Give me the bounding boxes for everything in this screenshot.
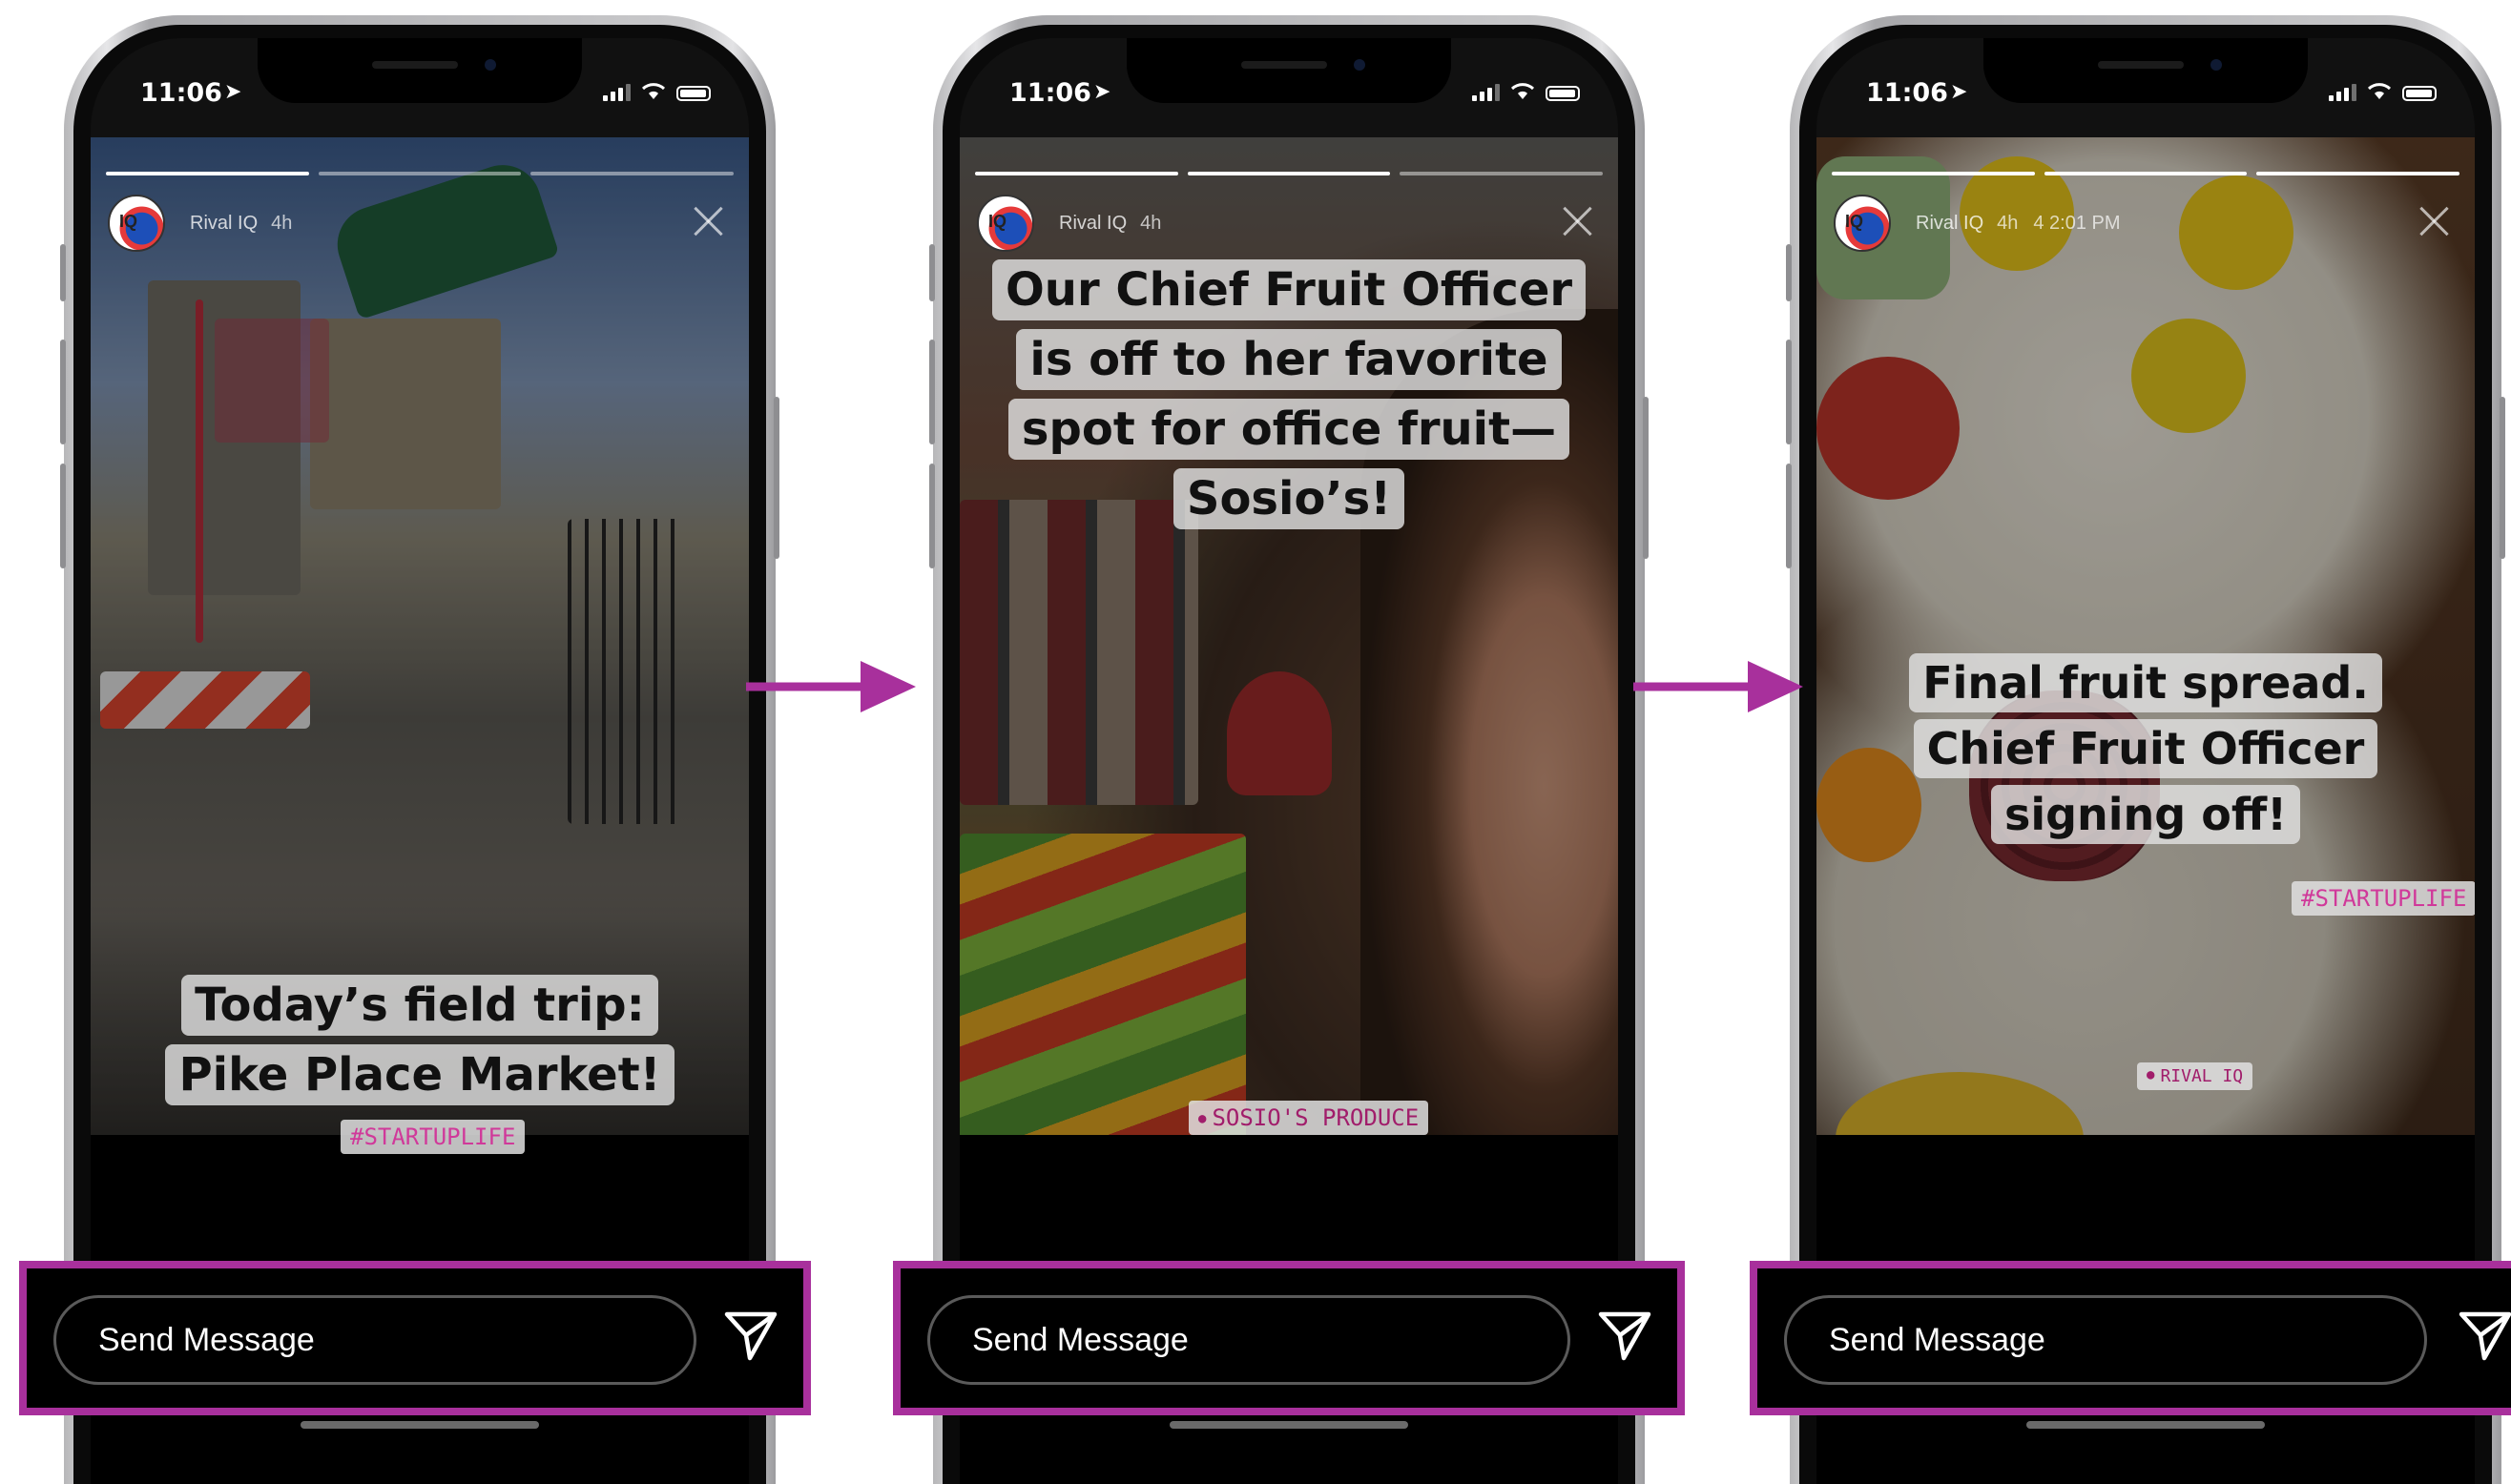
send-message-input[interactable]: Send Message (1784, 1295, 2427, 1385)
hashtag-sticker[interactable]: #STARTUPLIFE (2292, 881, 2475, 916)
location-arrow-icon: ➤ (224, 80, 242, 104)
battery-icon (676, 86, 711, 101)
story-caption: Today’s field trip: Pike Place Market! (91, 971, 749, 1110)
home-indicator (2026, 1421, 2265, 1429)
avatar[interactable] (1834, 195, 1891, 252)
story-timestamp: 4 2:01 PM (2033, 212, 2121, 234)
side-button (60, 244, 66, 301)
story-caption-text: Our Chief Fruit Officer is off to her fa… (992, 259, 1587, 529)
story-age: 4h (1140, 212, 1162, 234)
side-button (774, 397, 779, 559)
side-button (929, 340, 935, 444)
story-caption: Our Chief Fruit Officer is off to her fa… (960, 256, 1618, 534)
home-indicator (301, 1421, 539, 1429)
status-time: 11:06 (1009, 78, 1091, 108)
story-username: Rival IQ (1059, 212, 1128, 234)
story-header: Rival IQ 4h 4 2:01 PM (1834, 195, 2458, 252)
avatar[interactable] (977, 195, 1034, 252)
side-button (1786, 464, 1792, 568)
story-username: Rival IQ (1916, 212, 1984, 234)
story-progress-bar (106, 172, 735, 175)
cellular-signal-icon (603, 82, 631, 101)
battery-icon (2402, 86, 2437, 101)
side-button (2500, 397, 2505, 559)
story-progress-bar (975, 172, 1604, 175)
side-button (1643, 397, 1649, 559)
send-icon[interactable] (2458, 1307, 2511, 1362)
story-header: Rival IQ 4h (977, 195, 1601, 252)
location-arrow-icon: ➤ (1950, 80, 1968, 104)
story-username: Rival IQ (190, 212, 259, 234)
wifi-icon (2367, 83, 2392, 99)
story-progress-bar (1832, 172, 2460, 175)
story-age: 4h (1997, 212, 2019, 234)
send-icon[interactable] (723, 1307, 778, 1362)
story-caption: Final fruit spread. Chief Fruit Officer … (1816, 650, 2475, 848)
status-time: 11:06 (1866, 78, 1948, 108)
wifi-icon (641, 83, 666, 99)
close-icon[interactable] (1559, 202, 1597, 240)
send-message-bar-highlight-2: Send Message (893, 1261, 1685, 1415)
hashtag-sticker[interactable]: #STARTUPLIFE (341, 1120, 526, 1154)
story-caption-text: Today’s field trip: Pike Place Market! (165, 975, 674, 1105)
status-time: 11:06 (140, 78, 222, 108)
location-sticker[interactable]: SOSIO'S PRODUCE (1189, 1101, 1429, 1135)
send-message-input[interactable]: Send Message (927, 1295, 1570, 1385)
send-message-input[interactable]: Send Message (53, 1295, 696, 1385)
side-button (60, 464, 66, 568)
flow-arrow-1 (746, 661, 916, 712)
cellular-signal-icon (2329, 82, 2356, 101)
story-username-row[interactable]: Rival IQ 4h 4 2:01 PM (1916, 213, 2121, 235)
side-button (1786, 244, 1792, 301)
close-icon[interactable] (690, 202, 728, 240)
flow-arrow-2 (1633, 661, 1803, 712)
side-button (929, 244, 935, 301)
story-header: Rival IQ 4h (108, 195, 732, 252)
story-caption-text: Final fruit spread. Chief Fruit Officer … (1909, 653, 2382, 844)
story-age: 4h (271, 212, 293, 234)
status-bar: 11:06 ➤ (960, 38, 1618, 134)
home-indicator (1170, 1421, 1408, 1429)
story-username-row[interactable]: Rival IQ 4h (1059, 213, 1161, 235)
avatar[interactable] (108, 195, 165, 252)
status-bar: 11:06 ➤ (91, 38, 749, 134)
battery-icon (1546, 86, 1580, 101)
status-bar: 11:06 ➤ (1816, 38, 2475, 134)
side-button (1786, 340, 1792, 444)
send-message-bar-highlight-3: Send Message (1750, 1261, 2511, 1415)
side-button (60, 340, 66, 444)
location-sticker[interactable]: RIVAL IQ (2137, 1062, 2253, 1090)
send-message-bar-highlight-1: Send Message (19, 1261, 811, 1415)
send-icon[interactable] (1597, 1307, 1652, 1362)
close-icon[interactable] (2416, 202, 2454, 240)
location-arrow-icon: ➤ (1093, 80, 1111, 104)
cellular-signal-icon (1472, 82, 1500, 101)
wifi-icon (1510, 83, 1535, 99)
side-button (929, 464, 935, 568)
story-username-row[interactable]: Rival IQ 4h (190, 213, 292, 235)
